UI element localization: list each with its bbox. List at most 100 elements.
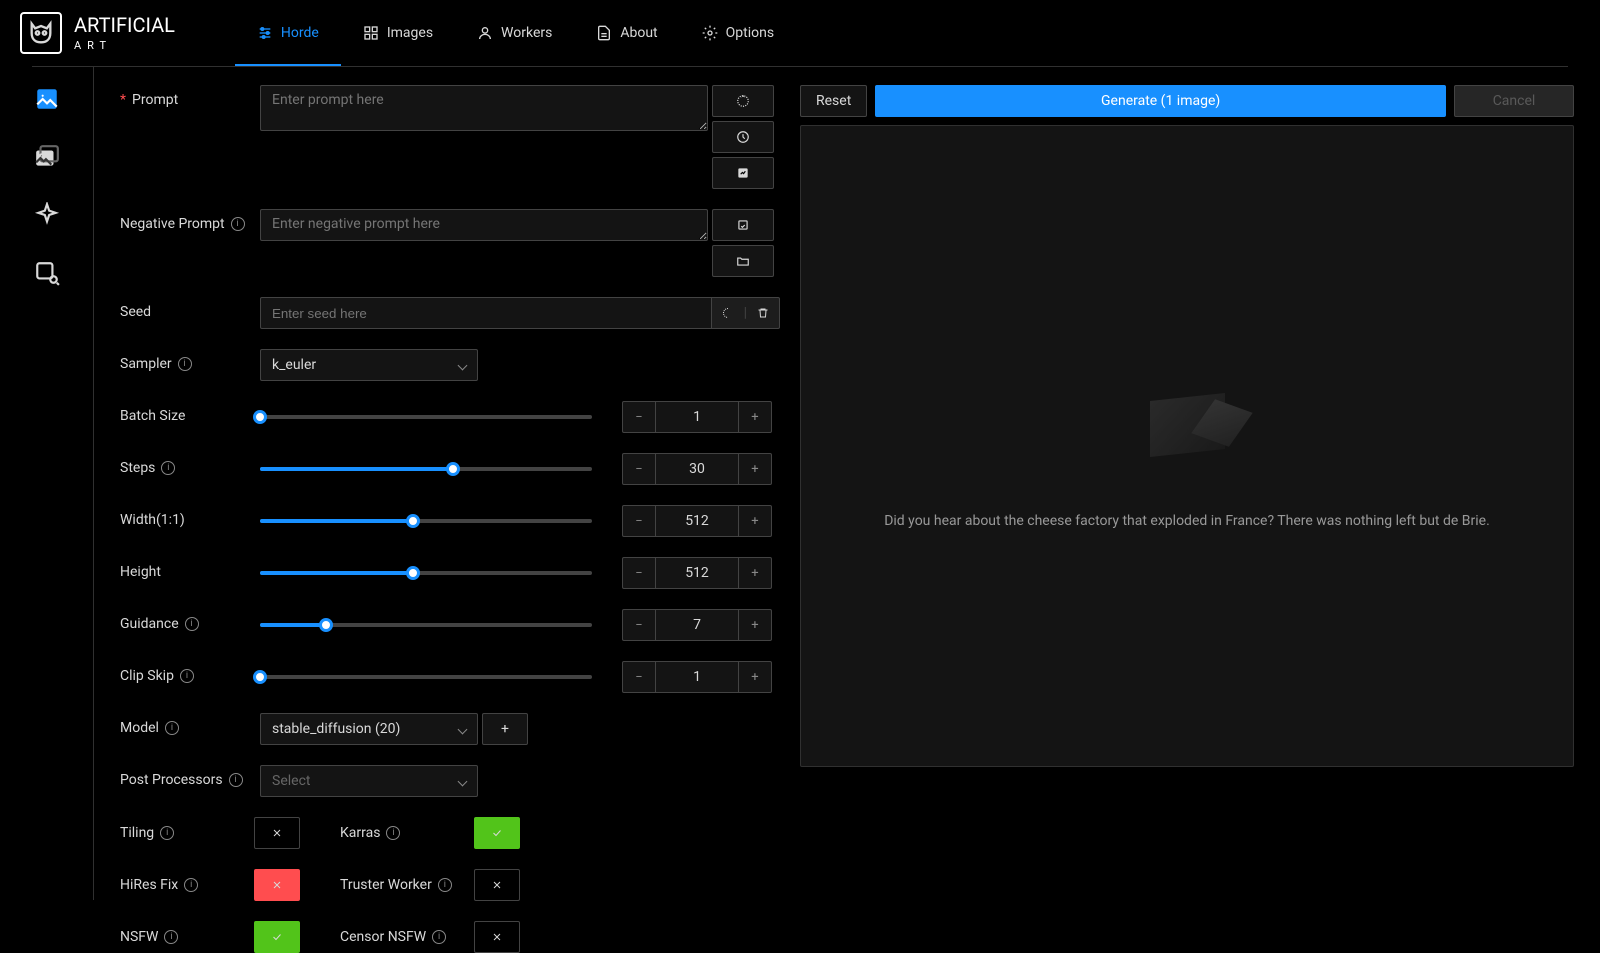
model-label: Modeli xyxy=(120,713,260,736)
history-button[interactable] xyxy=(712,121,774,153)
increment-button[interactable]: + xyxy=(738,453,772,485)
postproc-label: Post Processorsi xyxy=(120,765,260,788)
logo-main: ARTIFICIAL xyxy=(74,13,175,37)
increment-button[interactable]: + xyxy=(738,661,772,693)
info-icon[interactable]: i xyxy=(432,930,446,944)
nav: Horde Images Workers About Options xyxy=(235,0,796,66)
nav-workers[interactable]: Workers xyxy=(455,0,574,66)
sliders-icon xyxy=(257,25,273,41)
prompt-input[interactable] xyxy=(260,85,708,131)
sidebar-rate[interactable] xyxy=(33,201,61,229)
nav-about[interactable]: About xyxy=(574,0,679,66)
steps-stepper[interactable]: −30+ xyxy=(622,453,772,485)
logo[interactable]: ARTIFICIAL ART xyxy=(20,12,175,54)
nav-horde[interactable]: Horde xyxy=(235,0,341,66)
postproc-select[interactable]: Select xyxy=(260,765,478,797)
decrement-button[interactable]: − xyxy=(622,505,656,537)
image-icon xyxy=(34,86,60,112)
info-icon[interactable]: i xyxy=(165,721,179,735)
width-slider[interactable] xyxy=(260,515,592,527)
steps-label: Stepsi xyxy=(120,453,260,476)
guidance-label: Guidancei xyxy=(120,609,260,632)
sparkle-icon xyxy=(34,202,60,228)
chart-icon xyxy=(736,166,750,180)
info-icon[interactable]: i xyxy=(185,617,199,631)
guidance-stepper[interactable]: −7+ xyxy=(622,609,772,641)
reset-button[interactable]: Reset xyxy=(800,85,867,117)
info-icon[interactable]: i xyxy=(164,930,178,944)
tiling-toggle[interactable] xyxy=(254,817,300,849)
empty-icon xyxy=(1132,363,1242,473)
sampler-label: Sampleri xyxy=(120,349,260,372)
enhance-button[interactable] xyxy=(712,157,774,189)
sidebar-gallery[interactable] xyxy=(33,143,61,171)
truster-toggle[interactable] xyxy=(474,869,520,901)
gear-icon xyxy=(702,25,718,41)
add-model-button[interactable]: + xyxy=(482,713,528,745)
preview-area: Did you hear about the cheese factory th… xyxy=(800,125,1574,767)
height-slider[interactable] xyxy=(260,567,592,579)
info-icon[interactable]: i xyxy=(231,217,245,231)
nsfw-toggle[interactable] xyxy=(254,921,300,953)
karras-toggle[interactable] xyxy=(474,817,520,849)
info-icon[interactable]: i xyxy=(160,826,174,840)
info-icon[interactable]: i xyxy=(184,878,198,892)
info-icon[interactable]: i xyxy=(438,878,452,892)
info-icon[interactable]: i xyxy=(386,826,400,840)
prompt-label: *Prompt xyxy=(120,85,260,108)
refresh-prompt-button[interactable] xyxy=(712,85,774,117)
hires-label: HiRes Fix xyxy=(120,877,178,893)
increment-button[interactable]: + xyxy=(738,505,772,537)
increment-button[interactable]: + xyxy=(738,609,772,641)
check-icon xyxy=(271,931,283,943)
increment-button[interactable]: + xyxy=(738,557,772,589)
clipskip-stepper[interactable]: −1+ xyxy=(622,661,772,693)
info-icon[interactable]: i xyxy=(180,669,194,683)
sidebar-interrogate[interactable] xyxy=(33,259,61,287)
info-icon[interactable]: i xyxy=(178,357,192,371)
negative-input[interactable] xyxy=(260,209,708,241)
user-icon xyxy=(477,25,493,41)
cancel-button: Cancel xyxy=(1454,85,1574,117)
height-label: Height xyxy=(120,557,260,580)
batch-stepper[interactable]: −1+ xyxy=(622,401,772,433)
x-icon xyxy=(491,879,503,891)
decrement-button[interactable]: − xyxy=(622,557,656,589)
decrement-button[interactable]: − xyxy=(622,401,656,433)
generate-button[interactable]: Generate (1 image) xyxy=(875,85,1446,117)
model-select[interactable]: stable_diffusion (20) xyxy=(260,713,478,745)
decrement-button[interactable]: − xyxy=(622,661,656,693)
hires-toggle[interactable] xyxy=(254,869,300,901)
clipskip-slider[interactable] xyxy=(260,671,592,683)
sampler-select[interactable]: k_euler xyxy=(260,349,478,381)
trash-icon[interactable] xyxy=(757,307,769,319)
logo-sub: ART xyxy=(74,39,175,52)
nav-images[interactable]: Images xyxy=(341,0,455,66)
empty-text: Did you hear about the cheese factory th… xyxy=(854,513,1520,529)
decrement-button[interactable]: − xyxy=(622,453,656,485)
random-icon[interactable] xyxy=(722,307,734,319)
info-icon[interactable]: i xyxy=(229,773,243,787)
output-panel: Reset Generate (1 image) Cancel Did you … xyxy=(800,85,1574,900)
seed-input[interactable] xyxy=(260,297,712,329)
sidebar xyxy=(0,67,94,900)
steps-slider[interactable] xyxy=(260,463,592,475)
increment-button[interactable]: + xyxy=(738,401,772,433)
save-negative-button[interactable] xyxy=(712,209,774,241)
chevron-down-icon xyxy=(458,724,468,734)
guidance-slider[interactable] xyxy=(260,619,592,631)
folder-icon xyxy=(736,254,750,268)
censor-toggle[interactable] xyxy=(474,921,520,953)
info-icon[interactable]: i xyxy=(161,461,175,475)
sidebar-generate[interactable] xyxy=(33,85,61,113)
nav-options[interactable]: Options xyxy=(680,0,796,66)
width-stepper[interactable]: −512+ xyxy=(622,505,772,537)
check-icon xyxy=(491,827,503,839)
decrement-button[interactable]: − xyxy=(622,609,656,641)
load-negative-button[interactable] xyxy=(712,245,774,277)
height-stepper[interactable]: −512+ xyxy=(622,557,772,589)
truster-label: Truster Worker xyxy=(340,877,432,893)
logo-icon xyxy=(20,12,62,54)
batch-slider[interactable] xyxy=(260,411,592,423)
plus-icon: + xyxy=(501,721,509,737)
